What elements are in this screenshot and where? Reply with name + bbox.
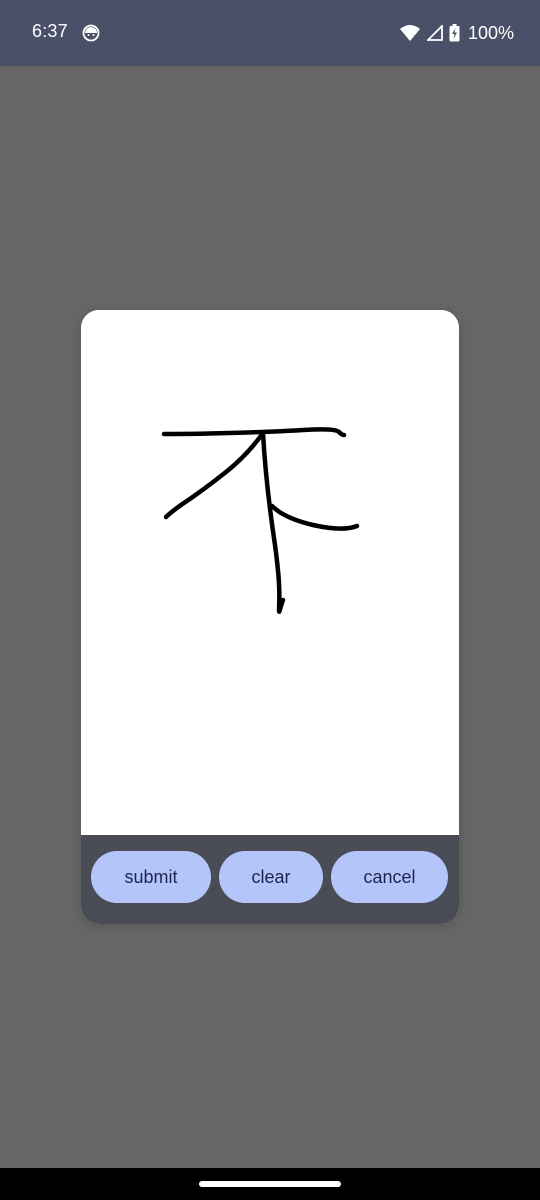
drawing-canvas[interactable]	[81, 310, 459, 835]
wifi-icon	[399, 25, 420, 41]
dialog-button-bar: submit clear cancel	[81, 835, 459, 924]
stroke-horizontal	[161, 427, 347, 438]
stroke-vertical	[260, 430, 286, 614]
stroke-left-diagonal	[163, 430, 266, 520]
status-time: 6:37	[32, 21, 68, 41]
cancel-button[interactable]: cancel	[331, 851, 448, 903]
android-head-icon	[82, 24, 100, 42]
battery-charging-icon	[449, 24, 460, 42]
handwriting-strokes	[161, 427, 360, 614]
battery-level: 100%	[467, 22, 514, 43]
status-bar: 6:37 100%	[0, 0, 540, 66]
cell-signal-icon	[426, 25, 443, 41]
clear-button[interactable]: clear	[219, 851, 323, 903]
submit-button[interactable]: submit	[91, 851, 211, 903]
gesture-handle-icon[interactable]	[199, 1181, 341, 1187]
navigation-bar	[0, 1168, 540, 1200]
stroke-right-branch	[269, 503, 360, 531]
status-indicators: 100%	[399, 20, 514, 46]
handwriting-dialog: submit clear cancel	[81, 310, 459, 924]
